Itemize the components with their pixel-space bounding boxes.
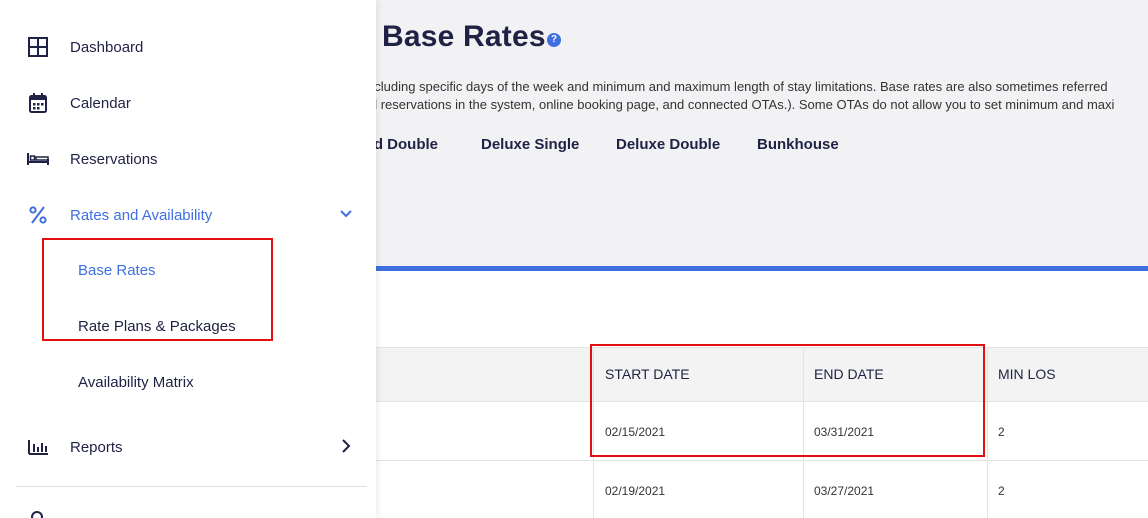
highlight-box-dates: [590, 344, 985, 457]
start-date-cell: 02/19/2021: [605, 484, 666, 498]
sidebar-item-rates-and-availability[interactable]: Rates and Availability: [0, 194, 376, 234]
sidebar-subitem-availability-matrix[interactable]: Availability Matrix: [78, 374, 194, 391]
column-divider: [987, 347, 988, 518]
help-icon[interactable]: ?: [547, 33, 561, 47]
sidebar-item-reports[interactable]: Reports: [0, 426, 376, 466]
sidebar-item-icon: [31, 511, 43, 518]
chevron-right-icon[interactable]: [338, 438, 354, 454]
min-los-cell: 2: [998, 425, 1005, 439]
sidebar-item-label: Reservations: [70, 151, 158, 168]
calendar-icon: [29, 93, 47, 113]
bed-icon: [27, 153, 49, 165]
percent-icon: [29, 206, 47, 224]
page-description: ncluding specific days of the week and m…: [367, 79, 1108, 94]
sidebar-item-dashboard[interactable]: Dashboard: [0, 26, 376, 66]
sidebar-item-label: Dashboard: [70, 39, 144, 56]
highlight-box-subitems: [42, 238, 273, 341]
chevron-down-icon[interactable]: [338, 206, 354, 222]
tab-deluxe-double[interactable]: Deluxe Double: [616, 136, 720, 153]
tab-deluxe-single[interactable]: Deluxe Single: [481, 136, 579, 153]
active-tab-indicator: [376, 266, 1148, 271]
tab-bunkhouse[interactable]: Bunkhouse: [757, 136, 839, 153]
sidebar-divider: [16, 486, 367, 487]
min-los-cell: 2: [998, 484, 1005, 498]
sidebar-item-label: Calendar: [70, 95, 131, 112]
bar-chart-icon: [28, 440, 48, 455]
page-title: Base Rates: [382, 20, 546, 53]
end-date-cell: 03/27/2021: [814, 484, 875, 498]
sidebar: Dashboard Calendar Reservations Rates an…: [0, 0, 376, 518]
tab-standard-double[interactable]: rd Double: [368, 136, 438, 153]
grid-icon: [28, 37, 48, 57]
sidebar-item-calendar[interactable]: Calendar: [0, 82, 376, 122]
row-divider: [376, 460, 1148, 461]
sidebar-item-label: Reports: [70, 439, 123, 456]
sidebar-item-reservations[interactable]: Reservations: [0, 138, 376, 178]
page-description: al reservations in the system, online bo…: [367, 97, 1115, 112]
column-header-min-los[interactable]: MIN LOS: [998, 366, 1056, 382]
sidebar-item-label: Rates and Availability: [70, 207, 213, 224]
